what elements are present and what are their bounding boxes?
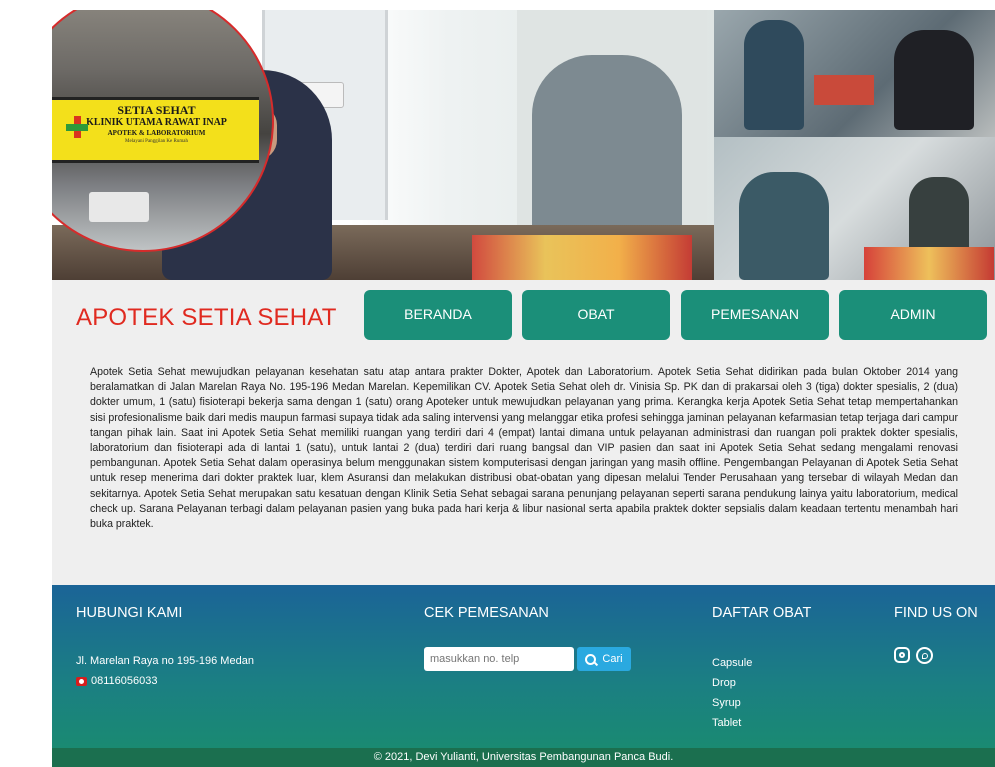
contact-phone: 08116056033 (76, 675, 157, 687)
medicine-item-capsule[interactable]: Capsule (712, 653, 752, 673)
search-icon (585, 653, 597, 665)
medicine-item-drop[interactable]: Drop (712, 673, 752, 693)
copyright: © 2021, Devi Yulianti, Universitas Pemba… (52, 748, 995, 767)
hero-photo-top-right (714, 10, 995, 137)
contact-phone-number: 08116056033 (91, 675, 158, 687)
clinic-sign: SETIA SEHAT KLINIK UTAMA RAWAT INAP APOT… (52, 97, 259, 163)
phone-search-input[interactable] (424, 647, 574, 671)
social-title: FIND US ON (894, 605, 978, 621)
footer: HUBUNGI KAMI CEK PEMESANAN DAFTAR OBAT F… (52, 585, 995, 748)
sign-line-1: SETIA SEHAT (117, 103, 196, 117)
nav-obat-button[interactable]: OBAT (522, 290, 670, 340)
search-button-label: Cari (602, 653, 623, 665)
social-links (894, 647, 933, 664)
medical-cross-icon (66, 116, 88, 138)
medicine-item-tablet[interactable]: Tablet (712, 713, 752, 733)
medicine-list: Capsule Drop Syrup Tablet (712, 653, 752, 733)
hero-banner: SETIA SEHAT KLINIK UTAMA RAWAT INAP APOT… (52, 10, 995, 280)
medicine-item-syrup[interactable]: Syrup (712, 693, 752, 713)
page: SETIA SEHAT KLINIK UTAMA RAWAT INAP APOT… (52, 10, 995, 767)
instagram-icon[interactable] (894, 647, 910, 663)
nav-pemesanan-button[interactable]: PEMESANAN (681, 290, 829, 340)
nav-admin-button[interactable]: ADMIN (839, 290, 987, 340)
sign-line-4: Melayani Panggilan Ke Rumah (125, 139, 188, 144)
contact-title: HUBUNGI KAMI (76, 605, 183, 621)
whatsapp-icon[interactable] (916, 647, 933, 664)
order-check-title: CEK PEMESANAN (424, 605, 549, 621)
contact-address: Jl. Marelan Raya no 195-196 Medan (76, 655, 254, 667)
medicine-list-title: DAFTAR OBAT (712, 605, 812, 621)
about-paragraph: Apotek Setia Sehat mewujudkan pelayanan … (90, 366, 958, 531)
nav-beranda-button[interactable]: BERANDA (364, 290, 512, 340)
site-brand[interactable]: APOTEK SETIA SEHAT (76, 304, 337, 332)
hero-photo-bottom-right (714, 137, 995, 280)
phone-icon (76, 676, 87, 686)
search-button[interactable]: Cari (577, 647, 631, 671)
